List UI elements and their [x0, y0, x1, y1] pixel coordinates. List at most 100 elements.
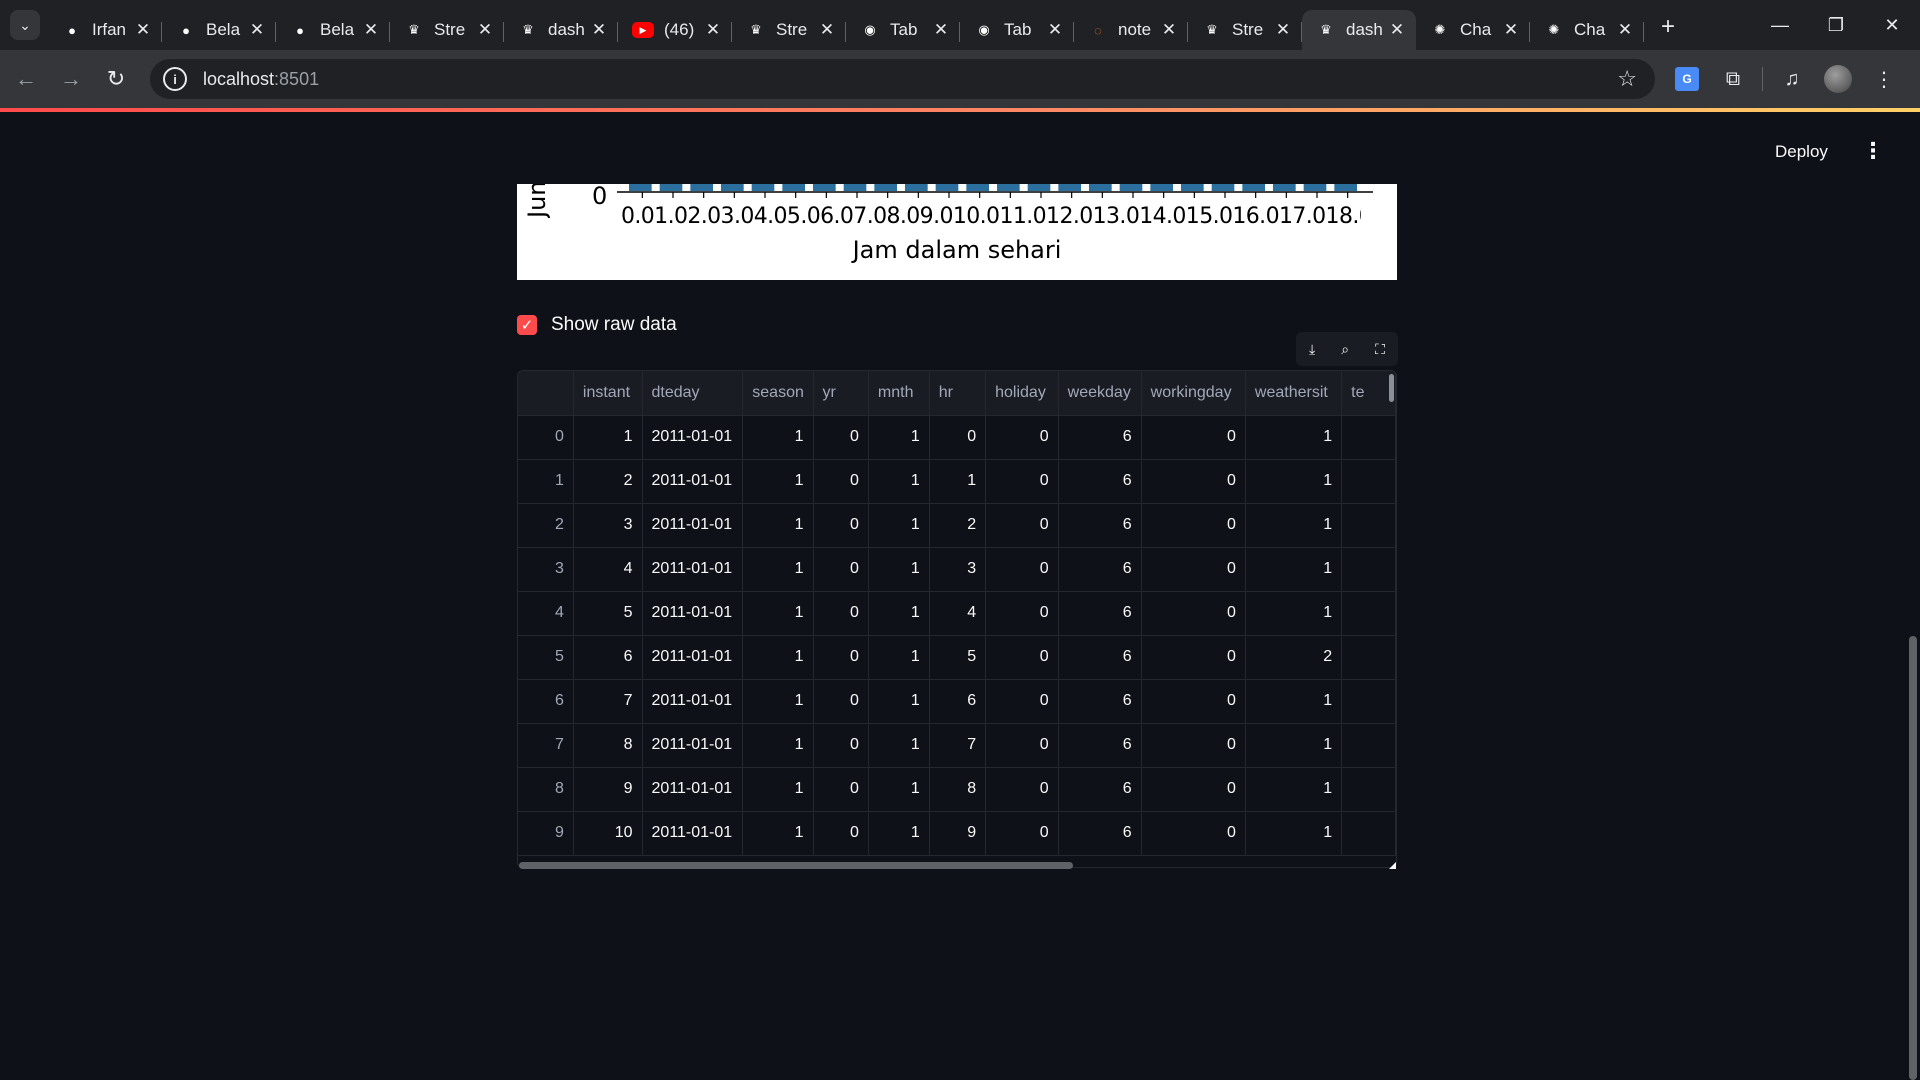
table-cell[interactable]: 0 [813, 415, 869, 460]
row-index[interactable]: 0 [518, 415, 574, 460]
tab-search-icon[interactable]: ⌄ [10, 10, 40, 40]
table-cell[interactable]: 1 [742, 503, 814, 548]
table-cell[interactable]: 0 [813, 767, 869, 812]
page-scrollbar[interactable] [1906, 112, 1920, 1080]
table-cell[interactable]: 1 [742, 679, 814, 724]
row-index[interactable]: 1 [518, 459, 574, 504]
column-header[interactable]: hr [929, 371, 987, 416]
table-cell[interactable]: 0 [985, 811, 1059, 856]
table-cell[interactable]: 5 [929, 635, 987, 680]
table-cell[interactable]: 2 [929, 503, 987, 548]
omnibox[interactable]: i localhost:8501 ☆ [150, 59, 1655, 99]
row-index[interactable]: 6 [518, 679, 574, 724]
table-cell[interactable]: 1 [868, 415, 930, 460]
table-cell[interactable]: 1 [929, 459, 987, 504]
table-cell[interactable]: 7 [573, 679, 643, 724]
search-icon[interactable]: ⌕ [1341, 341, 1349, 358]
column-header[interactable]: instant [573, 371, 643, 416]
table-cell[interactable]: 0 [985, 459, 1059, 504]
table-cell[interactable]: 1 [1245, 591, 1343, 636]
table-cell[interactable]: 7 [929, 723, 987, 768]
table-cell[interactable]: 1 [1245, 767, 1343, 812]
table-cell[interactable]: 1 [1245, 415, 1343, 460]
table-cell[interactable]: 1 [868, 591, 930, 636]
table-cell[interactable]: 1 [742, 415, 814, 460]
table-row[interactable]: 2 3 2011-01-01 1 0 1 2 0 6 0 1 [518, 503, 1396, 548]
tab-close-icon[interactable]: ✕ [248, 20, 266, 40]
tab-close-icon[interactable]: ✕ [932, 20, 950, 40]
table-cell[interactable] [1341, 459, 1396, 504]
browser-tab[interactable]: ♛ dash ✕ [1302, 10, 1416, 50]
table-cell[interactable]: 5 [573, 591, 643, 636]
column-header[interactable]: weekday [1058, 371, 1142, 416]
browser-tab[interactable]: ◉ Tab ✕ [960, 10, 1074, 50]
table-cell[interactable]: 10 [573, 811, 643, 856]
table-cell[interactable]: 0 [1141, 679, 1246, 724]
table-vertical-scrollbar[interactable] [1389, 374, 1394, 402]
tab-close-icon[interactable]: ✕ [704, 20, 722, 40]
table-cell[interactable]: 0 [1141, 503, 1246, 548]
table-cell[interactable]: 0 [813, 591, 869, 636]
table-cell[interactable]: 0 [1141, 767, 1246, 812]
tab-close-icon[interactable]: ✕ [818, 20, 836, 40]
table-resize-handle[interactable] [1389, 862, 1396, 869]
table-cell[interactable] [1341, 503, 1396, 548]
bookmark-star-icon[interactable]: ☆ [1617, 66, 1637, 92]
column-header[interactable]: season [742, 371, 814, 416]
table-cell[interactable]: 1 [868, 767, 930, 812]
table-cell[interactable]: 3 [573, 503, 643, 548]
browser-tab[interactable]: ◌ note ✕ [1074, 10, 1188, 50]
table-row[interactable]: 6 7 2011-01-01 1 0 1 6 0 6 0 1 [518, 679, 1396, 724]
table-cell[interactable]: 1 [868, 811, 930, 856]
table-cell[interactable]: 0 [1141, 415, 1246, 460]
table-cell[interactable]: 4 [573, 547, 643, 592]
table-cell[interactable]: 1 [742, 723, 814, 768]
table-row[interactable]: 5 6 2011-01-01 1 0 1 5 0 6 0 2 [518, 635, 1396, 680]
table-cell[interactable]: 0 [813, 811, 869, 856]
table-cell[interactable]: 8 [929, 767, 987, 812]
table-row[interactable]: 3 4 2011-01-01 1 0 1 3 0 6 0 1 [518, 547, 1396, 592]
table-cell[interactable]: 6 [929, 679, 987, 724]
browser-tab[interactable]: ◉ Tab ✕ [846, 10, 960, 50]
deploy-button[interactable]: Deploy [1775, 142, 1828, 162]
table-cell[interactable]: 0 [985, 415, 1059, 460]
table-cell[interactable]: 0 [985, 679, 1059, 724]
table-cell[interactable] [1341, 591, 1396, 636]
table-row[interactable]: 0 1 2011-01-01 1 0 1 0 0 6 0 1 [518, 415, 1396, 460]
browser-tab[interactable]: ● Bela ✕ [276, 10, 390, 50]
table-cell[interactable]: 1 [1245, 679, 1343, 724]
table-cell[interactable]: 1 [868, 503, 930, 548]
column-header[interactable] [518, 371, 574, 416]
table-cell[interactable]: 4 [929, 591, 987, 636]
table-cell[interactable]: 6 [1058, 459, 1142, 504]
table-cell[interactable]: 6 [1058, 591, 1142, 636]
table-horizontal-scrollbar[interactable] [519, 862, 1073, 869]
table-cell[interactable]: 0 [985, 503, 1059, 548]
table-cell[interactable]: 1 [742, 547, 814, 592]
table-cell[interactable]: 1 [868, 635, 930, 680]
table-cell[interactable]: 1 [742, 635, 814, 680]
table-cell[interactable]: 1 [573, 415, 643, 460]
table-cell[interactable]: 0 [813, 459, 869, 504]
raw-data-table[interactable]: instant dteday season yr mnth hr holiday weekda… [517, 370, 1397, 868]
table-cell[interactable]: 9 [573, 767, 643, 812]
table-cell[interactable]: 6 [1058, 811, 1142, 856]
table-cell[interactable] [1341, 415, 1396, 460]
table-cell[interactable] [1341, 635, 1396, 680]
table-cell[interactable]: 1 [868, 547, 930, 592]
table-cell[interactable]: 1 [742, 767, 814, 812]
site-info-icon[interactable]: i [163, 67, 187, 91]
tab-close-icon[interactable]: ✕ [362, 20, 380, 40]
browser-tab[interactable]: ✺ Cha ✕ [1416, 10, 1530, 50]
browser-tab[interactable]: ● Bela ✕ [162, 10, 276, 50]
table-cell[interactable]: 1 [868, 679, 930, 724]
table-cell[interactable]: 3 [929, 547, 987, 592]
browser-tab[interactable]: ♛ Stre ✕ [390, 10, 504, 50]
column-header[interactable]: dteday [642, 371, 744, 416]
translate-icon[interactable]: G [1670, 62, 1704, 96]
table-cell[interactable]: 1 [1245, 811, 1343, 856]
table-cell[interactable] [1341, 547, 1396, 592]
table-cell[interactable]: 0 [1141, 635, 1246, 680]
column-header[interactable]: yr [813, 371, 869, 416]
table-cell[interactable]: 0 [985, 591, 1059, 636]
